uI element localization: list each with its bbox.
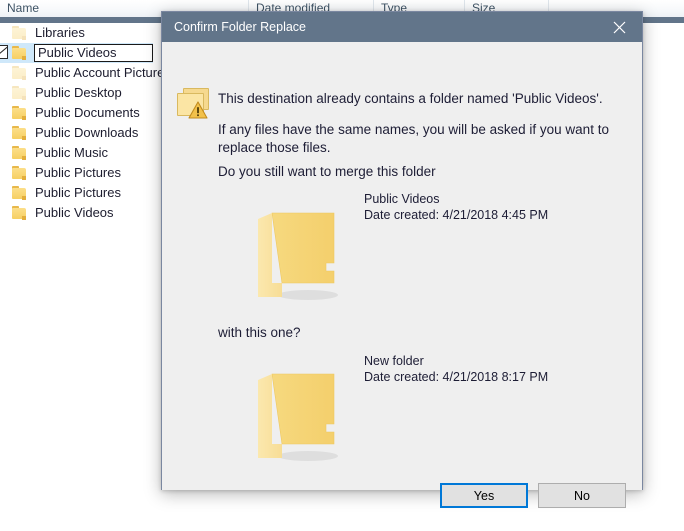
folder-icon bbox=[12, 146, 28, 160]
source-folder-info: Public Videos Date created: 4/21/2018 4:… bbox=[364, 191, 548, 223]
folder-icon-fold bbox=[22, 196, 26, 200]
folder-icon-fold bbox=[22, 56, 26, 60]
source-folder-icon bbox=[250, 205, 346, 305]
folder-icon-fold bbox=[22, 176, 26, 180]
source-folder-name: Public Videos bbox=[364, 192, 440, 206]
folder-icon bbox=[12, 206, 28, 220]
folders-warning-icon bbox=[177, 88, 217, 126]
target-folder-date: Date created: 4/21/2018 8:17 PM bbox=[364, 370, 549, 384]
dialog-message-line3: Do you still want to merge this folder bbox=[218, 164, 436, 179]
folder-icon bbox=[12, 46, 28, 60]
yes-button[interactable]: Yes bbox=[440, 483, 528, 508]
folder-icon bbox=[12, 66, 28, 80]
file-row-label: Public Pictures bbox=[35, 165, 121, 180]
folder-icon-fold bbox=[22, 216, 26, 220]
file-row-label: Public Videos bbox=[35, 205, 114, 220]
dialog-titlebar: Confirm Folder Replace bbox=[162, 12, 642, 42]
no-button[interactable]: No bbox=[538, 483, 626, 508]
dialog-message-line2: If any files have the same names, you wi… bbox=[218, 122, 609, 155]
warning-triangle-icon bbox=[188, 101, 208, 124]
target-folder-name: New folder bbox=[364, 354, 424, 368]
folder-icon bbox=[12, 26, 28, 40]
dialog-message-with-this-one: with this one? bbox=[218, 325, 301, 340]
rename-input[interactable]: Public Videos bbox=[34, 44, 153, 62]
folder-icon bbox=[12, 126, 28, 140]
rename-input-value: Public Videos bbox=[38, 45, 117, 60]
confirm-folder-replace-dialog: Confirm Folder Replace This destination … bbox=[161, 11, 643, 508]
file-row-label: Public Pictures bbox=[35, 185, 121, 200]
folder-icon-fold bbox=[22, 36, 26, 40]
folder-icon-fold bbox=[22, 136, 26, 140]
close-icon[interactable] bbox=[597, 12, 642, 42]
folder-icon-fold bbox=[22, 116, 26, 120]
checkbox-check-icon bbox=[0, 46, 7, 58]
dialog-title: Confirm Folder Replace bbox=[174, 20, 306, 34]
folder-icon bbox=[12, 166, 28, 180]
dialog-body: This destination already contains a fold… bbox=[162, 42, 642, 508]
file-row-label: Public Music bbox=[35, 145, 108, 160]
folder-icon-fold bbox=[22, 156, 26, 160]
folder-icon-fold bbox=[22, 96, 26, 100]
target-folder-info: New folder Date created: 4/21/2018 8:17 … bbox=[364, 353, 548, 385]
file-row-selected[interactable]: Public Videos bbox=[0, 43, 153, 63]
file-row-label: Public Account Pictures bbox=[35, 65, 171, 80]
folder-icon-fold bbox=[22, 76, 26, 80]
dialog-message-line1: This destination already contains a fold… bbox=[218, 91, 603, 106]
folder-icon bbox=[12, 186, 28, 200]
source-folder-date: Date created: 4/21/2018 4:45 PM bbox=[364, 208, 549, 222]
folder-icon bbox=[12, 106, 28, 120]
target-folder-icon bbox=[250, 366, 346, 466]
folder-icon bbox=[12, 86, 28, 100]
file-row-label: Libraries bbox=[35, 25, 85, 40]
file-row-label: Public Downloads bbox=[35, 125, 139, 140]
file-row-label: Public Documents bbox=[35, 105, 140, 120]
file-row-label: Public Desktop bbox=[35, 85, 122, 100]
row-checkbox[interactable] bbox=[0, 45, 8, 59]
